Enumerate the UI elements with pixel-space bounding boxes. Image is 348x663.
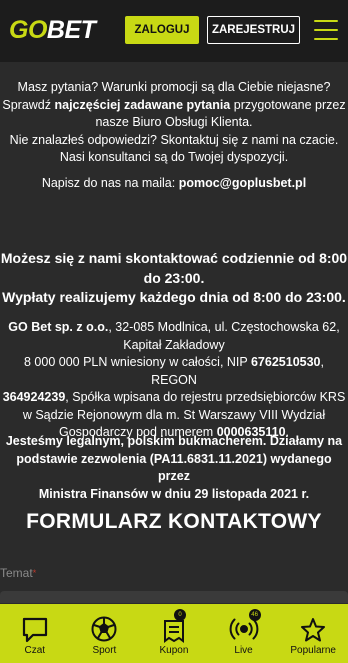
company-line: w Sądzie Rejonowym dla m. St Warszawy VI…	[22, 407, 326, 422]
company-line: GO Bet sp. z o.o., 32-085 Modlnica, ul. …	[0, 319, 348, 337]
hours-line: Wypłaty realizujemy każdego dnia od 8:00…	[2, 289, 346, 305]
legal-line: Jesteśmy legalnym, polskim bukmacherem. …	[5, 434, 343, 448]
legal-line: podstawie zezwolenia (PA11.6831.11.2021)…	[16, 451, 332, 484]
company-name: GO Bet sp. z o.o.	[8, 320, 109, 334]
star-icon	[301, 618, 326, 642]
login-button[interactable]: ZALOGUJ	[125, 16, 199, 44]
required-mark: *	[32, 568, 37, 578]
logo-bet: BET	[46, 16, 96, 44]
live-badge: 46	[248, 609, 261, 621]
email-prefix: Napisz do nas na maila:	[41, 176, 179, 190]
company-line: 364924239, Spółka wpisana do rejestru pr…	[0, 389, 348, 407]
subject-label-text: Temat	[0, 566, 33, 580]
register-button[interactable]: ZAREJESTRUJ	[207, 16, 300, 44]
help-info-text: Sprawdź	[2, 97, 55, 112]
top-header: GOBET ZALOGUJ ZAREJESTRUJ	[0, 0, 348, 62]
subject-label: Temat*	[0, 565, 36, 583]
coupon-badge: 0	[173, 609, 186, 621]
nav-popular-label: Popularne	[290, 645, 336, 656]
chat-icon	[22, 617, 47, 643]
nav-chat[interactable]: Czat	[0, 604, 70, 663]
email-paragraph: Napisz do nas na maila: pomoc@goplusbet.…	[0, 175, 348, 193]
company-text: 8 000 000 PLN wniesiony w całości, NIP	[24, 355, 251, 369]
football-icon	[91, 616, 117, 642]
subject-select[interactable]	[0, 591, 348, 603]
legal-line: Ministra Finansów w dniu 29 listopada 20…	[38, 486, 310, 501]
nav-live[interactable]: 46 Live	[209, 604, 279, 663]
hours-paragraph: Możesz się z nami skontaktować codzienni…	[0, 249, 348, 308]
help-info-line: nasze Biuro Obsługi Klienta.	[95, 115, 253, 129]
company-info-paragraph: GO Bet sp. z o.o., 32-085 Modlnica, ul. …	[0, 319, 348, 442]
legal-paragraph: Jesteśmy legalnym, polskim bukmacherem. …	[0, 433, 348, 503]
company-regon: 364924239	[2, 390, 66, 404]
help-info-line: Masz pytania? Warunki promocji są dla Ci…	[17, 80, 331, 94]
email-link[interactable]: pomoc@goplusbet.pl	[179, 176, 306, 190]
nav-live-label: Live	[234, 645, 253, 656]
contact-form-title: FORMULARZ KONTAKTOWY	[26, 510, 322, 533]
help-info-line: Nasi konsultanci są do Twojej dyspozycji…	[59, 150, 289, 164]
logo-go: GO	[9, 16, 47, 44]
help-info-paragraph: Masz pytania? Warunki promocji są dla Ci…	[0, 79, 348, 167]
hamburger-menu-icon[interactable]	[314, 20, 338, 40]
nav-sport-label: Sport	[92, 645, 117, 656]
company-nip: 6762510530	[250, 355, 321, 369]
gobet-logo[interactable]: GOBET	[9, 16, 96, 44]
nav-popular[interactable]: Popularne	[278, 604, 348, 663]
help-info-text: przygotowane przez	[230, 97, 346, 112]
nav-coupon[interactable]: 0 Kupon	[139, 604, 209, 663]
help-info-line: Nie znalazłeś odpowiedzi? Skontaktuj się…	[9, 132, 339, 147]
help-info-line: Sprawdź najczęściej zadawane pytania prz…	[0, 97, 348, 115]
nav-sport[interactable]: Sport	[70, 604, 140, 663]
faq-link[interactable]: najczęściej zadawane pytania	[54, 98, 230, 112]
company-line: 8 000 000 PLN wniesiony w całości, NIP 6…	[0, 354, 348, 389]
bottom-navigation: Czat Sport 0 Kupon 46 Live Popularne	[0, 604, 348, 663]
company-address: , 32-085 Modlnica, ul. Częstochowska 62,	[108, 320, 340, 334]
coupon-icon	[163, 620, 184, 643]
company-line: Kapitał Zakładowy	[123, 337, 225, 352]
hours-line: Możesz się z nami skontaktować codzienni…	[0, 250, 348, 266]
hours-line: do 23:00.	[143, 269, 205, 286]
nav-chat-label: Czat	[24, 645, 46, 656]
company-text: , Spółka wpisana do rejestru przedsiębio…	[65, 390, 346, 404]
nav-coupon-label: Kupon	[159, 645, 189, 656]
